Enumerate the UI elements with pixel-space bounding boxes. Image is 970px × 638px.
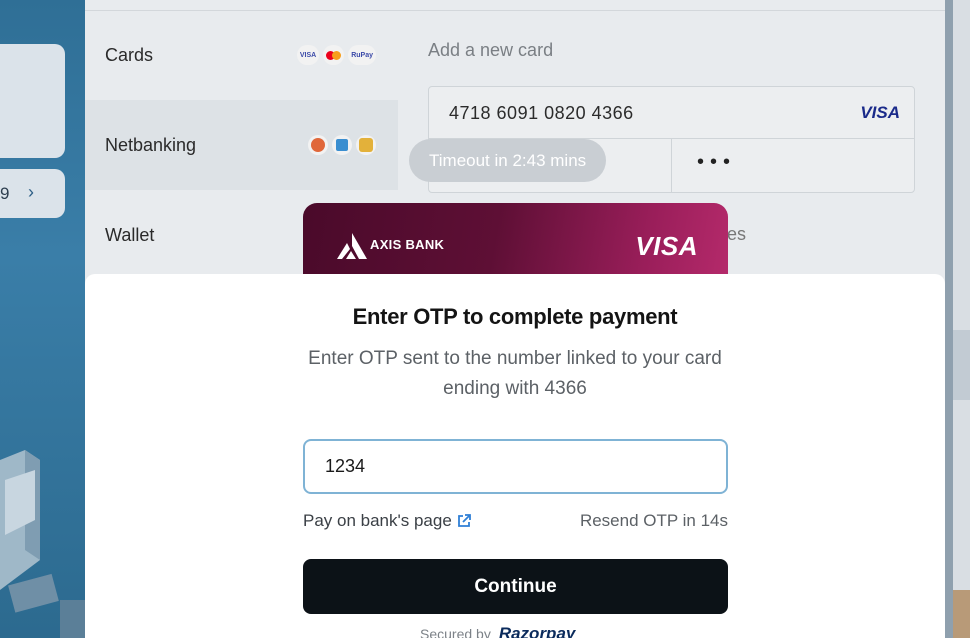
background-illustration: [0, 450, 85, 638]
otp-links-row: Pay on bank's page Resend OTP in 14s: [303, 511, 728, 533]
pay-on-bank-page-link[interactable]: Pay on bank's page: [303, 511, 472, 531]
rupay-logo-icon: RuPay: [348, 45, 376, 65]
resend-otp-timer: Resend OTP in 14s: [579, 511, 728, 530]
chevron-right-icon: ›: [28, 182, 34, 202]
background-strip: [945, 0, 953, 638]
add-card-heading: Add a new card: [428, 40, 554, 60]
axis-bank-logo-icon: [337, 233, 367, 259]
timeout-text: Timeout in 2:43 mins: [429, 150, 587, 170]
cvv-field[interactable]: •••: [697, 151, 736, 174]
bank-logo-icon: [332, 135, 352, 155]
method-label: Netbanking: [105, 134, 197, 155]
modal-title: Enter OTP to complete payment: [352, 304, 678, 329]
external-link-icon: [457, 514, 471, 527]
continue-button[interactable]: Continue: [303, 559, 728, 614]
card-number-value: 4718 6091 0820 4366: [449, 103, 634, 123]
card-number-field[interactable]: 4718 6091 0820 4366 VISA: [429, 87, 914, 139]
otp-input[interactable]: [303, 439, 728, 494]
visa-logo-icon: VISA: [635, 231, 698, 261]
background-digit: 9: [0, 184, 10, 203]
bank-logo-icon: [356, 135, 376, 155]
timeout-indicator: Timeout in 2:43 mins: [409, 139, 607, 182]
background-page-right: [945, 0, 970, 638]
secured-by-footer: Secured by Razorpay: [420, 624, 575, 638]
card-entry-form: Add a new card 4718 6091 0820 4366 VISA …: [428, 40, 918, 193]
method-label: Cards: [105, 44, 154, 65]
background-card: [0, 44, 65, 158]
visa-logo-icon: VISA: [860, 103, 900, 122]
background-page-left: 9 ›: [0, 0, 85, 638]
field-divider: [671, 139, 672, 193]
bank-logo-icon: [308, 135, 328, 155]
visa-logo-icon: VISA: [296, 45, 320, 65]
background-block: [953, 330, 970, 400]
otp-modal: Enter OTP to complete payment Enter OTP …: [85, 274, 945, 638]
bank-logos: [308, 135, 376, 155]
background-block: [953, 590, 970, 638]
payment-method-cards[interactable]: Cards VISA RuPay: [85, 10, 398, 100]
card-logos: VISA RuPay: [296, 45, 376, 65]
background-row: 9 ›: [0, 169, 65, 218]
mastercard-logo-icon: [323, 45, 345, 65]
method-label: Wallet: [105, 224, 155, 245]
payment-method-netbanking[interactable]: Netbanking: [85, 100, 398, 190]
razorpay-logo: Razorpay: [498, 624, 576, 638]
secured-by-label: Secured by: [420, 626, 491, 638]
modal-subtitle: Enter OTP sent to the number linked to y…: [308, 348, 722, 399]
pay-on-bank-label: Pay on bank's page: [303, 511, 452, 530]
bank-name: AXIS BANK: [370, 237, 445, 252]
